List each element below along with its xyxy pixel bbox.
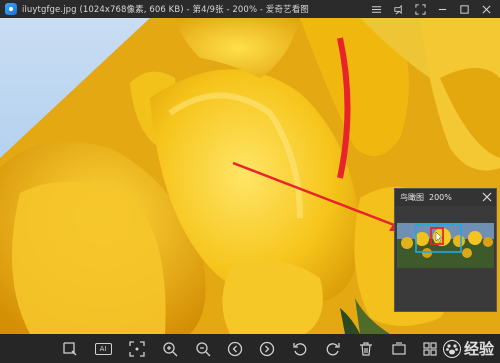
previous-icon[interactable] <box>225 339 245 359</box>
navigator-zoom: 200% <box>429 193 452 202</box>
close-icon[interactable] <box>482 192 492 202</box>
navigator-panel[interactable]: 鸟瞰图 200% <box>394 188 497 312</box>
fullscreen-icon[interactable] <box>409 0 431 18</box>
menu-icon[interactable] <box>365 0 387 18</box>
rotate-left-icon[interactable] <box>290 339 310 359</box>
bottom-toolbar: AI 经验 <box>0 334 500 363</box>
ai-label: AI <box>94 343 112 355</box>
minimize-icon[interactable] <box>431 0 453 18</box>
fit-screen-icon[interactable] <box>127 339 147 359</box>
crop-icon[interactable] <box>60 339 80 359</box>
rotate-right-icon[interactable] <box>323 339 343 359</box>
navigator-thumbnail[interactable] <box>397 223 494 268</box>
pin-icon[interactable] <box>387 0 409 18</box>
more-icon[interactable] <box>389 339 409 359</box>
title-bar: iluytgfge.jpg (1024x768像素, 606 KB) - 第4/… <box>0 0 500 18</box>
paw-logo-icon <box>442 339 461 358</box>
image-viewport[interactable]: 鸟瞰图 200% <box>0 18 500 334</box>
maximize-icon[interactable] <box>453 0 475 18</box>
close-icon[interactable] <box>475 0 497 18</box>
watermark: 经验 <box>442 338 494 359</box>
window-controls <box>365 0 497 18</box>
ai-icon[interactable]: AI <box>93 339 113 359</box>
app-logo-icon <box>5 3 17 15</box>
delete-icon[interactable] <box>356 339 376 359</box>
navigator-title: 鸟瞰图 <box>400 193 424 202</box>
next-icon[interactable] <box>257 339 277 359</box>
grid-icon[interactable] <box>420 339 440 359</box>
navigator-header: 鸟瞰图 200% <box>395 189 496 206</box>
zoom-in-icon[interactable] <box>160 339 180 359</box>
zoom-out-icon[interactable] <box>193 339 213 359</box>
watermark-text: 经验 <box>463 340 494 358</box>
window-title: iluytgfge.jpg (1024x768像素, 606 KB) - 第4/… <box>22 5 309 15</box>
